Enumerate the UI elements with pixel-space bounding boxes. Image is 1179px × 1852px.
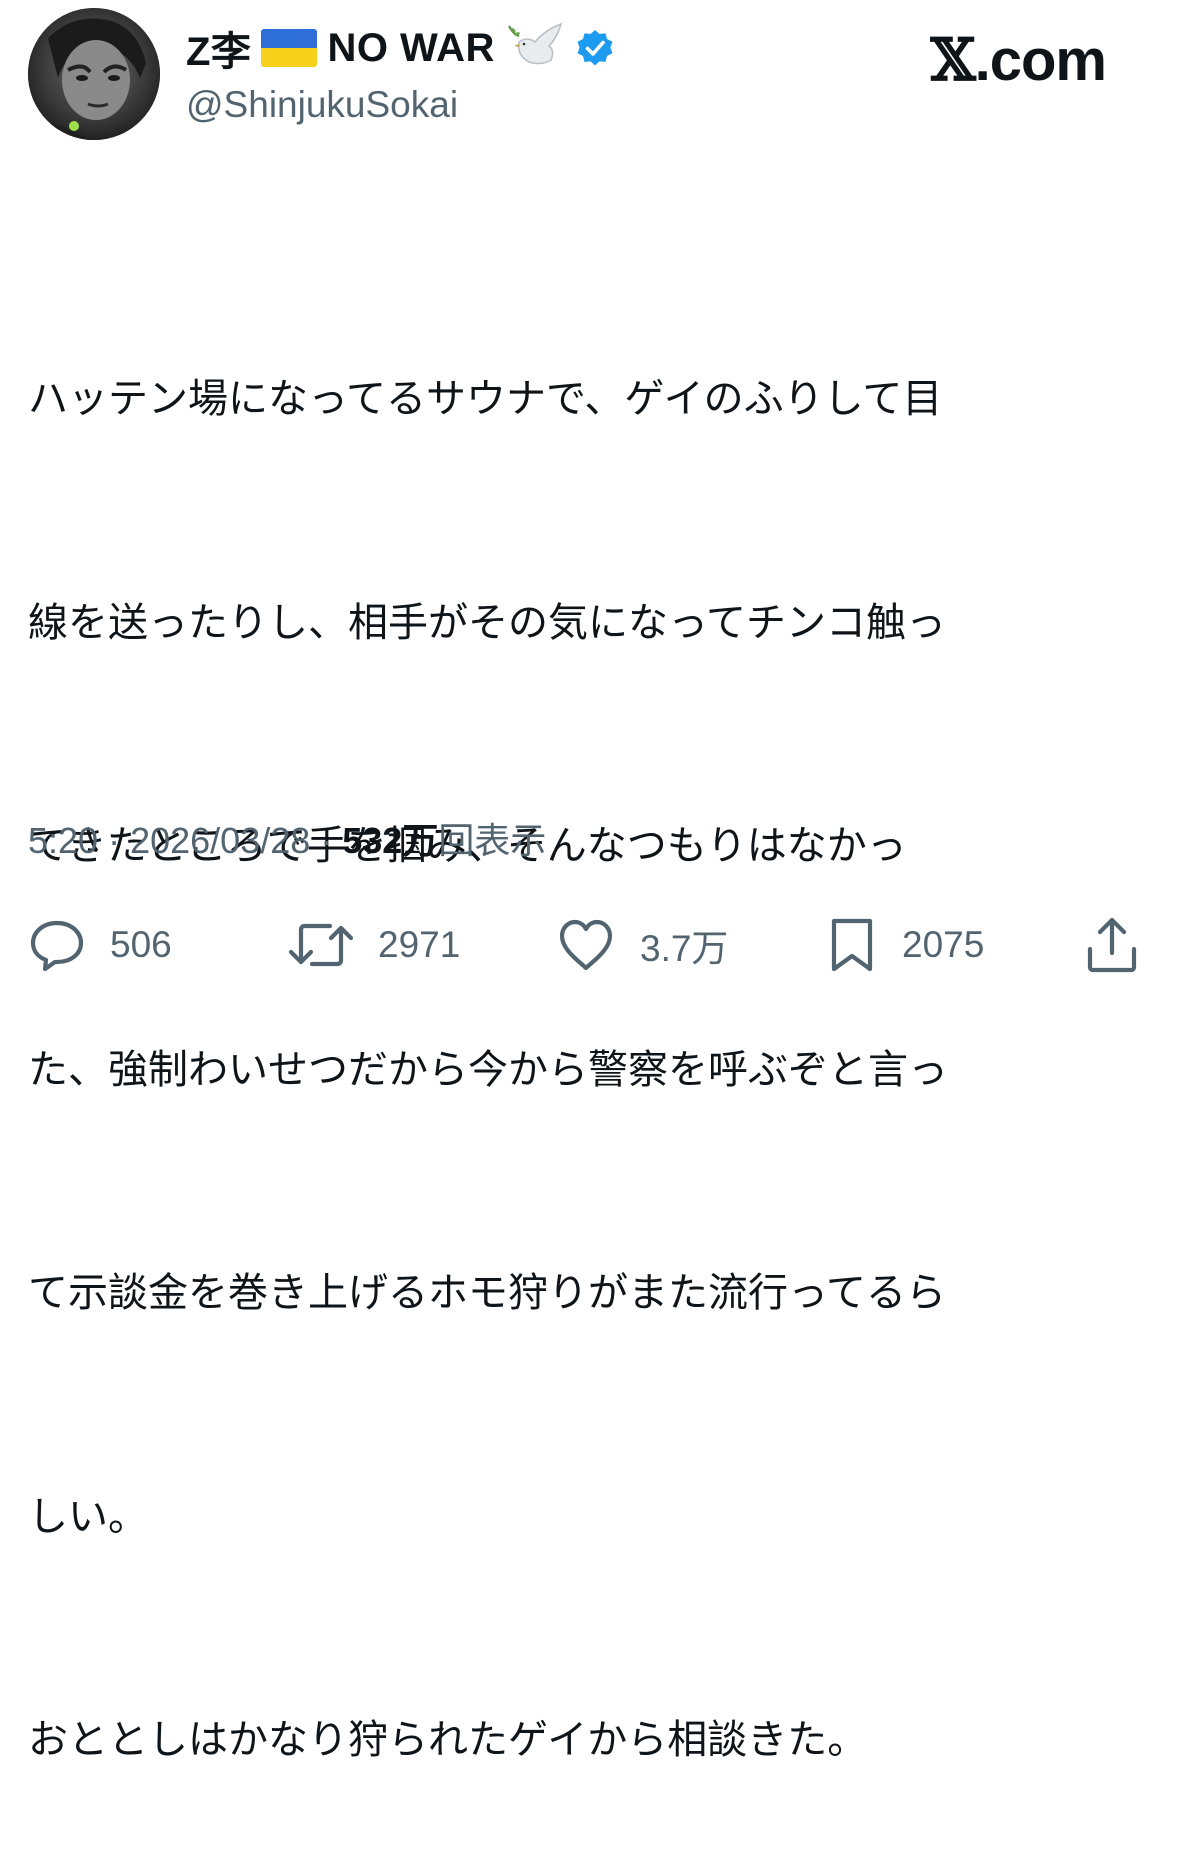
bookmark-count: 2075 xyxy=(902,924,985,965)
views-count: 532万 xyxy=(342,820,439,861)
author-name-row[interactable]: Z李 NO WAR xyxy=(186,20,615,76)
tweet-meta: 5:20 · 2026/03/28 · 532万回表示 xyxy=(28,812,546,864)
meta-separator: · xyxy=(98,820,131,861)
x-com-logo: 𝕏.com xyxy=(930,26,1107,94)
tweet-text-line: た、強制わいせつだから今から警察を呼ぶぞと言っ xyxy=(28,1046,948,1093)
verified-badge-icon[interactable] xyxy=(575,28,615,68)
author-handle[interactable]: @ShinjukuSokai xyxy=(186,84,458,126)
tweet-text-line: しい。 xyxy=(28,1493,148,1540)
views-label: 回表示 xyxy=(438,820,547,861)
bookmark-icon xyxy=(826,915,878,975)
heart-icon xyxy=(556,916,616,974)
tweet-time[interactable]: 5:20 xyxy=(28,820,98,861)
tweet-date[interactable]: 2026/03/28 xyxy=(130,820,310,861)
repost-button[interactable]: 2971 xyxy=(288,910,460,980)
author-name-suffix[interactable]: NO WAR xyxy=(327,26,494,71)
avatar[interactable] xyxy=(28,8,160,140)
tweet-text-line: おととしはかなり狩られたゲイから相談きた。 xyxy=(28,1717,868,1763)
x-logo-text: .com xyxy=(974,28,1107,93)
meta-separator: · xyxy=(310,820,343,861)
x-logo-icon: 𝕏 xyxy=(930,26,976,94)
author-display-name[interactable]: Z李 xyxy=(186,19,251,77)
share-button[interactable] xyxy=(1084,910,1140,980)
reply-icon xyxy=(28,916,86,974)
tweet-actions-bar: 506 2971 3.7万 2075 xyxy=(28,910,1148,980)
like-count: 3.7万 xyxy=(640,928,729,969)
repost-count: 2971 xyxy=(378,924,461,965)
tweet-text-line: ハッテン場になってるサウナで、ゲイのふりして目 xyxy=(28,376,943,422)
like-button[interactable]: 3.7万 xyxy=(556,910,728,980)
repost-icon xyxy=(288,916,354,974)
tweet-header: Z李 NO WAR @ShinjukuSokai 𝕏.com xyxy=(28,8,1148,148)
dove-with-olive-branch-icon xyxy=(505,20,565,76)
tweet-text-line: て示談金を巻き上げるホモ狩りがまた流行ってるら xyxy=(28,1270,946,1316)
tweet-text: ハッテン場になってるサウナで、ゲイのふりして目 線を送ったりし、相手がその気にな… xyxy=(28,213,1138,1852)
bookmark-button[interactable]: 2075 xyxy=(826,910,984,980)
share-icon xyxy=(1084,915,1140,975)
ukraine-flag-icon xyxy=(261,29,318,67)
reply-button[interactable]: 506 xyxy=(28,910,172,980)
tweet-text-line: 線を送ったりし、相手がその気になってチンコ触っ xyxy=(28,599,946,646)
reply-count: 506 xyxy=(110,924,172,965)
